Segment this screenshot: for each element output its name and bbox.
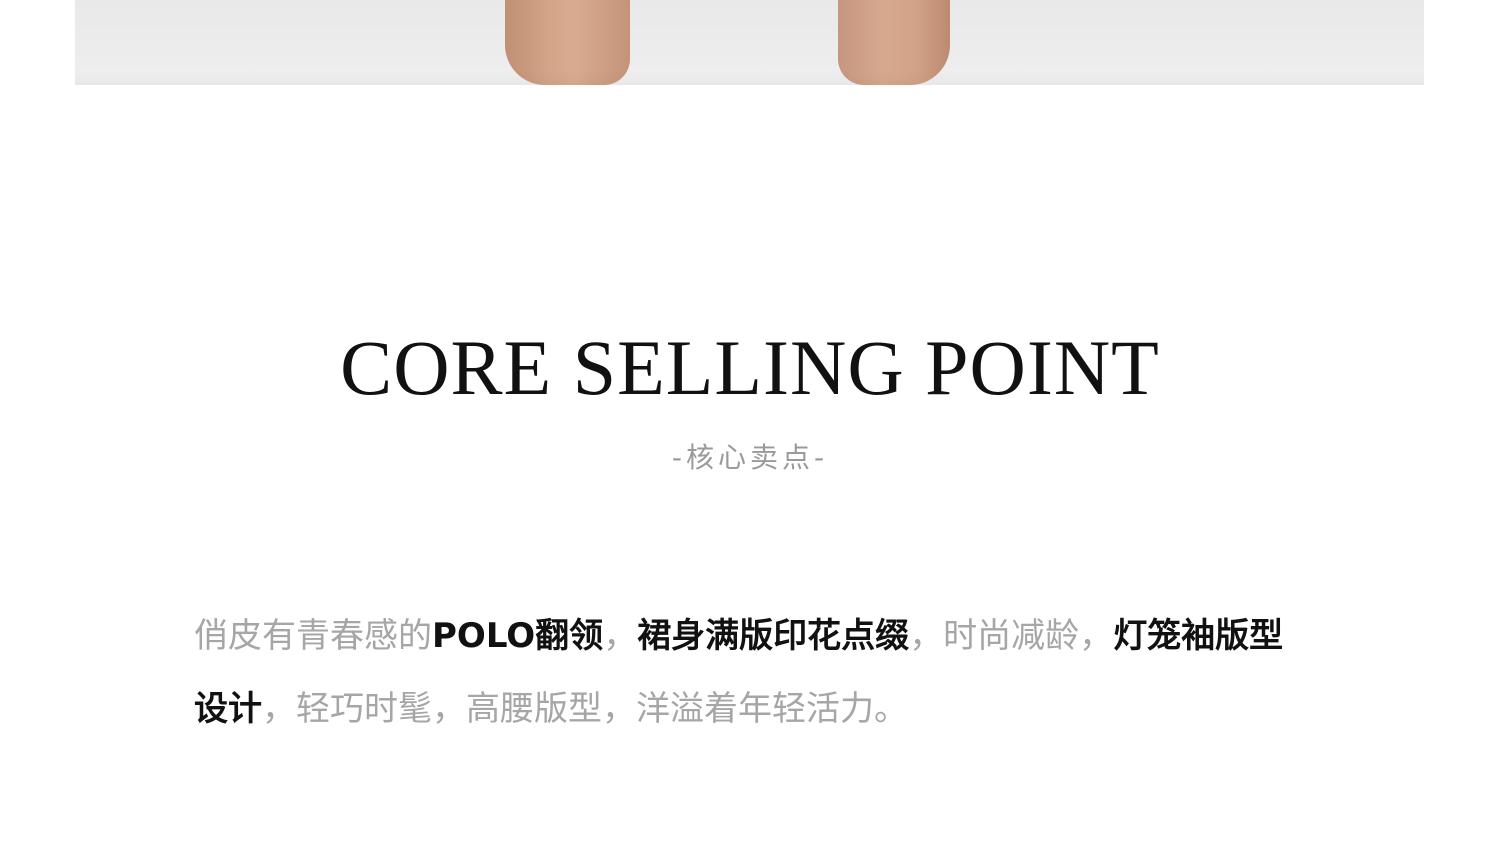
product-photo xyxy=(75,0,1424,85)
description-text: ，时尚减龄， xyxy=(909,616,1114,656)
photo-floor-shadow xyxy=(75,71,1424,85)
selling-point-description: 俏皮有青春感的POLO翻领，裙身满版印花点缀，时尚减龄，灯笼袖版型设计，轻巧时髦… xyxy=(194,600,1314,746)
description-text: ， xyxy=(603,616,638,656)
description-highlight-print: 裙身满版印花点缀 xyxy=(637,616,910,656)
description-text: ，轻巧时髦，高腰版型，洋溢着年轻活力。 xyxy=(262,689,908,729)
description-highlight-collar: POLO翻领 xyxy=(432,616,604,656)
product-detail-section: CORE SELLING POINT -核心卖点- 俏皮有青春感的POLO翻领，… xyxy=(0,0,1500,859)
section-title: CORE SELLING POINT xyxy=(340,324,1160,411)
description-text: 俏皮有青春感的 xyxy=(194,616,432,656)
section-subtitle: -核心卖点- xyxy=(671,441,829,474)
